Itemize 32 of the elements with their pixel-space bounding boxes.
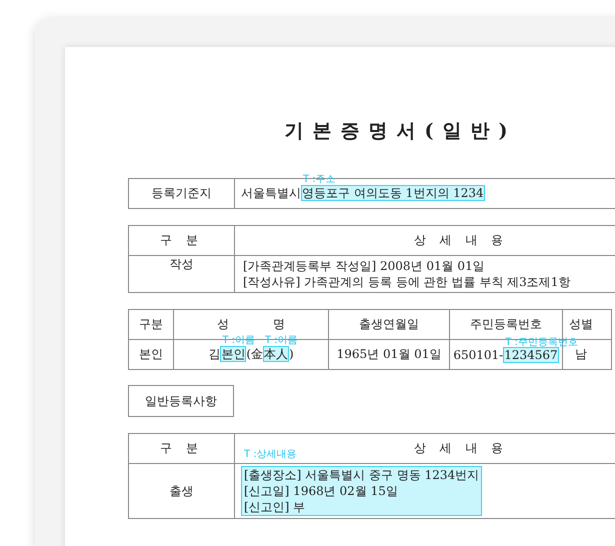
detail-line: [작성사유] 가족관계의 등록 등에 관한 법률 부칙 제3조제1항 (243, 274, 570, 290)
field-tag: T :이름 (222, 335, 255, 346)
column-header: 출생연월일 (328, 310, 450, 340)
highlighted-field: 本人 (263, 346, 289, 362)
field-tag: T :상세내용 (244, 449, 297, 460)
column-header: 상 세 내 용 (234, 226, 615, 256)
table-cell: 출생 (128, 464, 234, 518)
column-header: 구 분 (128, 226, 234, 256)
section-label: 일반등록사항 (128, 385, 234, 417)
cell-text: (金 (246, 346, 263, 363)
detail-line: [가족관계등록부 작성일] 2008년 01월 01일 (243, 258, 486, 274)
detail-line: [출생장소] 서울특별시 중구 명동 1234번지 (244, 467, 480, 483)
cell-text: ) (289, 347, 294, 361)
highlighted-field: 영등포구 여의도동 1번지의 1234 (301, 185, 485, 201)
cell-text: 1965년 01월 01일 (336, 346, 442, 363)
document-title: 기본증명서(일반) (284, 119, 518, 144)
column-header: 구 분 (128, 434, 234, 464)
highlighted-field: 본인 (220, 346, 246, 362)
table-cell: 작성 (128, 256, 234, 292)
field-tag: T :주소 (303, 174, 336, 185)
cell-text: 김 (208, 346, 220, 363)
detail-line: [신고인] 부 (244, 499, 306, 515)
detail-line: [신고일] 1968년 02월 15일 (244, 483, 399, 499)
table-cell: 등록기준지 (128, 178, 234, 208)
cell-text: 남 (575, 346, 587, 363)
column-header: 구분 (128, 310, 174, 340)
field-tag: T :이름 (265, 335, 298, 346)
field-tag: T :주민등록번호 (505, 336, 578, 348)
cell-text: 650101- (453, 348, 504, 362)
cell-text: 본인 (139, 346, 163, 363)
highlighted-field: 1234567 (503, 346, 559, 362)
cell-text: 서울특별시 (241, 185, 301, 202)
